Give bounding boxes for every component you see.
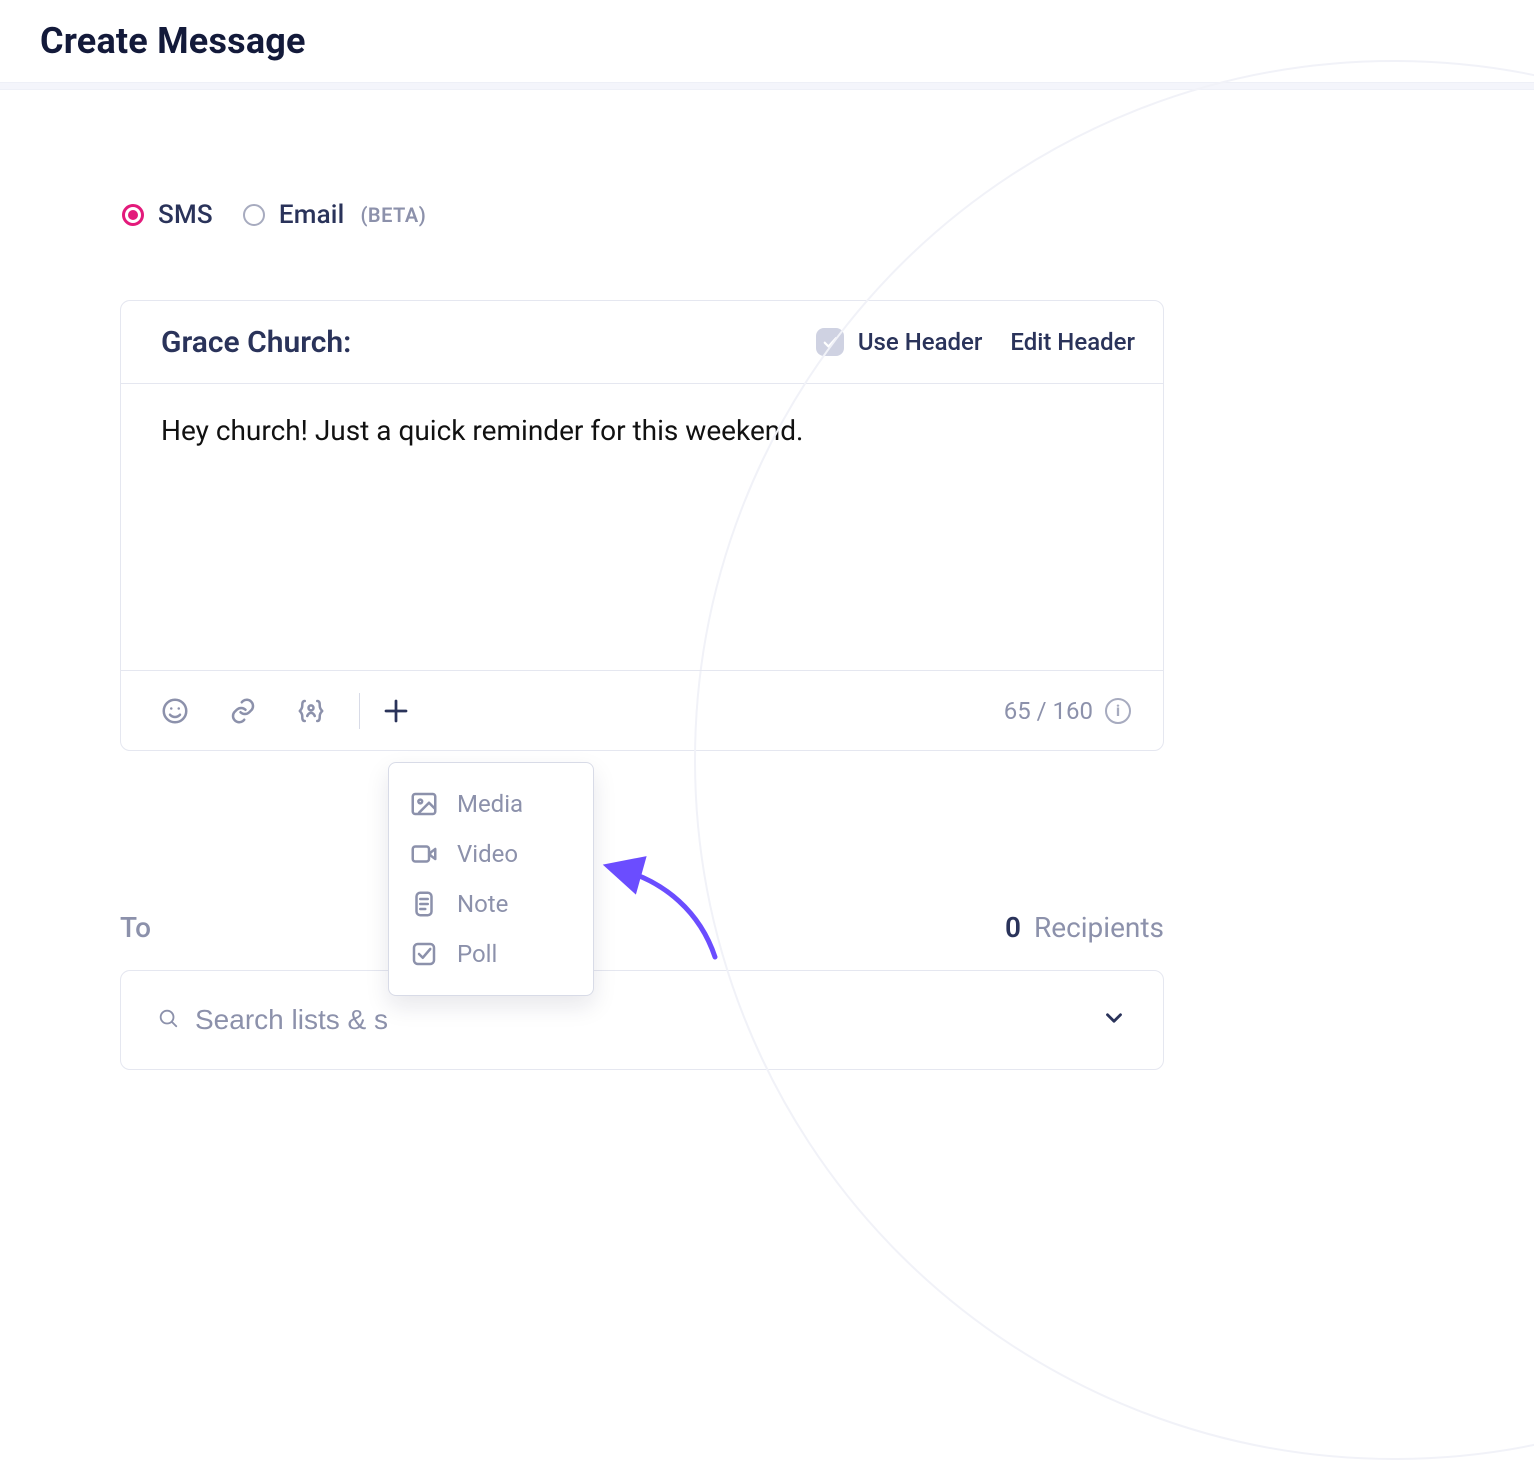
char-counter: 65 / 160 i xyxy=(1004,697,1131,725)
menu-item-poll[interactable]: Poll xyxy=(399,929,583,979)
checkbox-icon xyxy=(816,328,844,356)
radio-indicator xyxy=(122,204,144,226)
use-header-label: Use Header xyxy=(858,328,983,356)
add-button[interactable] xyxy=(372,687,420,735)
search-icon xyxy=(157,1007,179,1033)
menu-item-note[interactable]: Note xyxy=(399,879,583,929)
char-counter-text: 65 / 160 xyxy=(1004,697,1093,725)
add-menu: Media Video Note Poll xyxy=(388,762,594,996)
menu-item-label: Poll xyxy=(457,940,497,968)
message-type-selector: SMS Email (BETA) xyxy=(122,200,1164,230)
info-icon[interactable]: i xyxy=(1105,698,1131,724)
recipients-count-label: Recipients xyxy=(1034,911,1164,944)
radio-email-label: Email xyxy=(279,200,345,230)
edit-header-link[interactable]: Edit Header xyxy=(1010,328,1135,356)
menu-item-media[interactable]: Media xyxy=(399,779,583,829)
beta-badge: (BETA) xyxy=(360,203,426,227)
recipients-search-card xyxy=(120,970,1164,1070)
recipients-header: To 0 Recipients xyxy=(120,911,1164,944)
composer-card: Grace Church: Use Header Edit Header Hey… xyxy=(120,300,1164,751)
recipients-search-input[interactable] xyxy=(193,1003,1101,1037)
page-title: Create Message xyxy=(0,0,1534,82)
menu-item-video[interactable]: Video xyxy=(399,829,583,879)
recipients-count-number: 0 xyxy=(1005,911,1021,944)
composer-toolbar: 65 / 160 i xyxy=(121,670,1163,750)
link-icon[interactable] xyxy=(219,687,267,735)
composer-header: Grace Church: Use Header Edit Header xyxy=(121,301,1163,383)
menu-item-label: Note xyxy=(457,890,508,918)
recipients-count: 0 Recipients xyxy=(1005,911,1164,944)
menu-item-label: Video xyxy=(457,840,518,868)
use-header-toggle[interactable]: Use Header xyxy=(816,328,983,356)
merge-tag-icon[interactable] xyxy=(287,687,335,735)
menu-item-label: Media xyxy=(457,790,523,818)
toolbar-divider xyxy=(359,693,360,729)
header-divider xyxy=(0,82,1534,90)
to-label: To xyxy=(120,911,151,944)
radio-sms-label: SMS xyxy=(158,200,213,230)
radio-sms[interactable]: SMS xyxy=(122,200,213,230)
message-body: Hey church! Just a quick reminder for th… xyxy=(121,383,1163,670)
chevron-down-icon[interactable] xyxy=(1101,1005,1127,1035)
message-textarea[interactable]: Hey church! Just a quick reminder for th… xyxy=(161,412,1127,552)
radio-indicator xyxy=(243,204,265,226)
composer-header-title: Grace Church: xyxy=(161,325,351,360)
emoji-icon[interactable] xyxy=(151,687,199,735)
radio-email[interactable]: Email (BETA) xyxy=(243,200,426,230)
